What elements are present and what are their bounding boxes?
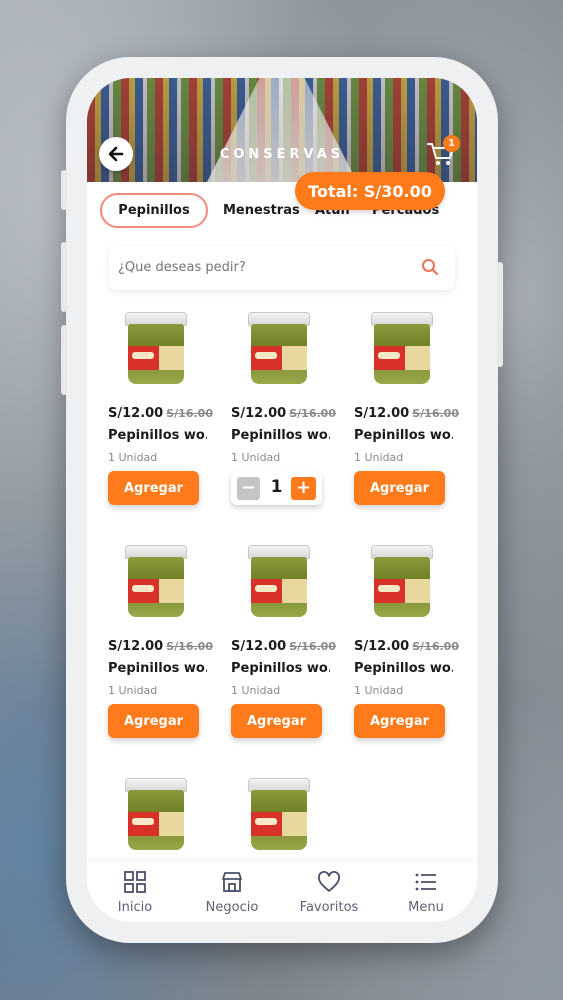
pickle-jar-image: [246, 778, 312, 858]
product-price: S/12.00 S/16.00: [354, 639, 459, 654]
product-price: S/12.00 S/16.00: [354, 406, 459, 421]
decrease-button[interactable]: −: [237, 477, 260, 500]
product-old-price: S/16.00: [166, 640, 213, 653]
phone-side-button: [61, 242, 67, 312]
add-button[interactable]: Agregar: [231, 704, 322, 738]
add-button[interactable]: Agregar: [354, 704, 445, 738]
grid-icon: [124, 871, 146, 893]
pickle-jar-image: [246, 312, 312, 392]
product-name: Pepinillos wo...: [231, 661, 330, 676]
add-button[interactable]: Agregar: [108, 704, 199, 738]
pickle-jar-image: [369, 545, 435, 625]
quantity-stepper: − 1 +: [231, 471, 322, 505]
nav-item-inicio[interactable]: Inicio: [90, 870, 180, 915]
product-unit: 1 Unidad: [354, 451, 404, 464]
app-screen: CONSERVAS 1 Total: S/30.00 Pepinillos Me…: [87, 78, 477, 922]
product-name: Pepinillos wo...: [108, 661, 207, 676]
increase-button[interactable]: +: [291, 477, 316, 500]
tab-pepinillos[interactable]: Pepinillos: [100, 193, 208, 228]
search-placeholder: ¿Que deseas pedir?: [118, 260, 246, 275]
nav-item-favoritos[interactable]: Favoritos: [284, 870, 374, 915]
nav-item-menu[interactable]: Menu: [381, 870, 471, 915]
phone-side-button: [61, 170, 67, 210]
phone-side-button: [61, 325, 67, 395]
pickle-jar-image: [123, 312, 189, 392]
quantity-value: 1: [270, 477, 283, 497]
product-old-price: S/16.00: [412, 407, 459, 420]
product-price: S/12.00 S/16.00: [231, 406, 336, 421]
product-name: Pepinillos wo...: [108, 428, 207, 443]
phone-frame: CONSERVAS 1 Total: S/30.00 Pepinillos Me…: [61, 57, 503, 943]
phone-side-button: [497, 262, 503, 367]
nav-label: Negocio: [205, 900, 259, 915]
product-old-price: S/16.00: [166, 407, 213, 420]
product-price: S/12.00 S/16.00: [108, 639, 213, 654]
heart-icon: [318, 871, 340, 892]
nav-label: Favoritos: [299, 900, 359, 915]
header-banner: CONSERVAS 1: [87, 78, 477, 182]
total-button[interactable]: Total: S/30.00: [295, 172, 445, 210]
page-title: CONSERVAS: [219, 147, 345, 162]
product-old-price: S/16.00: [412, 640, 459, 653]
pickle-jar-image: [123, 778, 189, 858]
product-unit: 1 Unidad: [108, 451, 158, 464]
product-unit: 1 Unidad: [354, 684, 404, 697]
add-button[interactable]: Agregar: [108, 471, 199, 505]
product-name: Pepinillos wo...: [231, 428, 330, 443]
search-icon[interactable]: [421, 258, 439, 276]
list-icon: [415, 873, 436, 891]
product-unit: 1 Unidad: [231, 451, 281, 464]
product-name: Pepinillos wo...: [354, 661, 453, 676]
product-old-price: S/16.00: [289, 640, 336, 653]
store-icon: [222, 872, 242, 892]
tab-menestras[interactable]: Menestras: [223, 197, 300, 225]
bottom-nav: Inicio Negocio Favoritos Menu: [87, 862, 477, 922]
product-price: S/12.00 S/16.00: [231, 639, 336, 654]
supermarket-aisle-image: [207, 78, 357, 182]
product-old-price: S/16.00: [289, 407, 336, 420]
product-price: S/12.00 S/16.00: [108, 406, 213, 421]
search-input[interactable]: ¿Que deseas pedir?: [109, 246, 455, 290]
pickle-jar-image: [123, 545, 189, 625]
product-name: Pepinillos wo...: [354, 428, 453, 443]
product-unit: 1 Unidad: [108, 684, 158, 697]
add-button[interactable]: Agregar: [354, 471, 445, 505]
product-unit: 1 Unidad: [231, 684, 281, 697]
pickle-jar-image: [369, 312, 435, 392]
pickle-jar-image: [246, 545, 312, 625]
nav-label: Menu: [408, 900, 444, 915]
nav-item-negocio[interactable]: Negocio: [187, 870, 277, 915]
cart-count-badge: 1: [443, 135, 460, 152]
nav-label: Inicio: [117, 900, 153, 915]
